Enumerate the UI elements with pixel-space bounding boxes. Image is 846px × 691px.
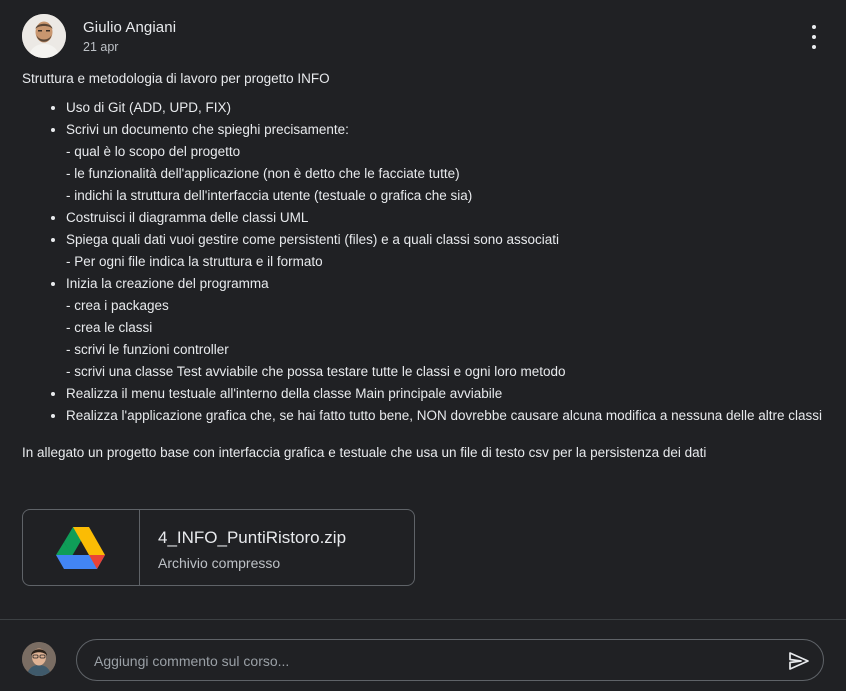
task-item: Uso di Git (ADD, UPD, FIX)	[66, 97, 828, 119]
divider	[0, 619, 846, 620]
attachment-thumbnail	[23, 510, 140, 585]
post-body: Struttura e metodologia di lavoro per pr…	[22, 68, 828, 464]
task-subitem: - indichi la struttura dell'interfaccia …	[66, 188, 473, 203]
task-item: Costruisci il diagramma delle classi UML	[66, 207, 828, 229]
task-item: Scrivi un documento che spieghi precisam…	[66, 119, 828, 207]
author-avatar[interactable]	[22, 14, 66, 58]
post-header: Giulio Angiani 21 apr	[22, 13, 826, 58]
attachment-info: 4_INFO_PuntiRistoro.zip Archivio compres…	[140, 510, 346, 585]
task-item: Realizza l'applicazione grafica che, se …	[66, 405, 828, 427]
user-avatar	[22, 642, 56, 676]
google-drive-icon	[56, 526, 105, 569]
task-text: Realizza l'applicazione grafica che, se …	[66, 408, 823, 423]
task-text: Inizia la creazione del programma	[66, 276, 269, 291]
task-list: Uso di Git (ADD, UPD, FIX) Scrivi un docu…	[22, 97, 828, 427]
task-text: Uso di Git (ADD, UPD, FIX)	[66, 100, 232, 115]
task-subitem: - Per ogni file indica la struttura e il…	[66, 254, 323, 269]
attachment-name[interactable]: 4_INFO_PuntiRistoro.zip	[158, 528, 346, 548]
attachment-card[interactable]: 4_INFO_PuntiRistoro.zip Archivio compres…	[22, 509, 415, 586]
task-item: Spiega quali dati vuoi gestire come pers…	[66, 229, 828, 273]
task-text: Costruisci il diagramma delle classi UML	[66, 210, 309, 225]
task-text: Scrivi un documento che spieghi precisam…	[66, 122, 349, 137]
task-subitem: - crea le classi	[66, 320, 153, 335]
task-item: Inizia la creazione del programma - crea …	[66, 273, 828, 383]
task-subitem: - scrivi le funzioni controller	[66, 342, 229, 357]
post-intro: Struttura e metodologia di lavoro per pr…	[22, 71, 330, 86]
post-closing: In allegato un progetto base con interfa…	[22, 445, 707, 460]
task-subitem: - scrivi una classe Test avviabile che p…	[66, 364, 566, 379]
task-subitem: - qual è lo scopo del progetto	[66, 144, 241, 159]
comment-input[interactable]	[92, 640, 776, 682]
attachment-type: Archivio compresso	[158, 555, 281, 571]
task-text: Realizza il menu testuale all'interno de…	[66, 386, 503, 401]
more-vert-icon[interactable]	[806, 25, 822, 49]
task-subitem: - crea i packages	[66, 298, 169, 313]
send-icon[interactable]	[787, 649, 811, 673]
task-subitem: - le funzionalità dell'applicazione (non…	[66, 166, 460, 181]
author-name[interactable]: Giulio Angiani	[83, 19, 176, 36]
comment-box	[76, 639, 824, 682]
task-text: Spiega quali dati vuoi gestire come pers…	[66, 232, 560, 247]
post-date: 21 apr	[83, 40, 119, 54]
task-item: Realizza il menu testuale all'interno de…	[66, 383, 828, 405]
